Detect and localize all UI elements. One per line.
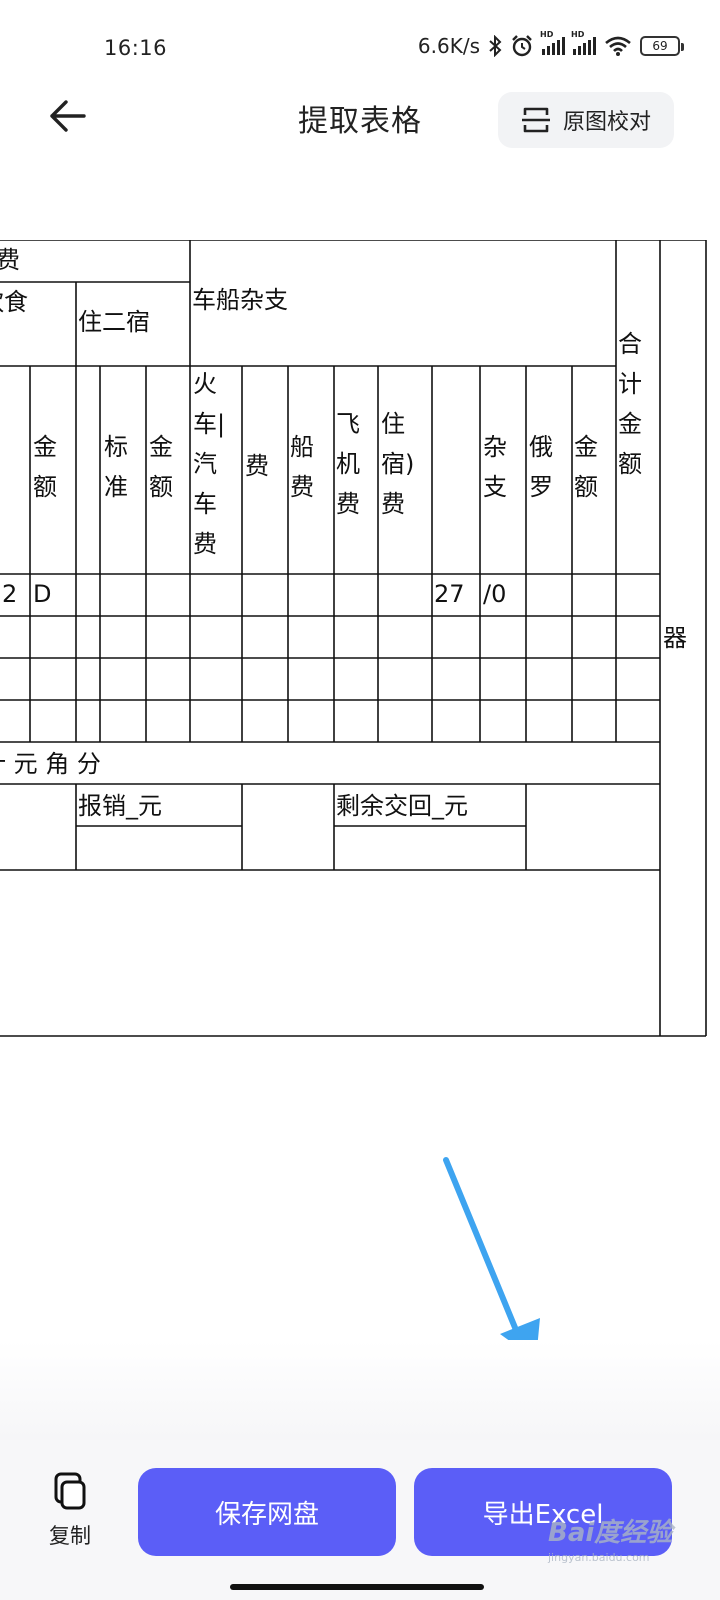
bottom-action-bar: 复制 保存网盘 导出Excel	[0, 1440, 720, 1600]
cell-fei: 费	[0, 246, 20, 274]
cell-r1-c0: 2	[2, 580, 17, 608]
svg-text:金: 金	[574, 433, 598, 461]
cell-jine-2: 金 额	[149, 433, 173, 501]
export-excel-button[interactable]: 导出Excel	[414, 1468, 672, 1556]
cell-huoche-qiche-fei: 火 车| 汽 车 费	[193, 370, 225, 558]
cell-feiji-fei: 飞 机 费	[336, 410, 360, 518]
cell-fei-2: 费	[245, 452, 269, 480]
cell-summary: 计 元 角 分	[0, 750, 101, 778]
status-time: 16:16	[104, 36, 168, 60]
svg-text:俄: 俄	[529, 433, 553, 461]
svg-text:额: 额	[574, 473, 598, 501]
svg-text:支: 支	[483, 473, 507, 501]
cell-baoxiao: 报销_元	[78, 792, 162, 820]
cell-eluo: 俄 罗	[529, 433, 553, 501]
cell-jine-3: 金 额	[574, 433, 598, 501]
svg-text:准: 准	[104, 473, 128, 501]
copy-button[interactable]: 复制	[34, 1472, 106, 1568]
signal-icon-1: HD	[540, 30, 565, 55]
cell-zhu-er-su: 住二宿	[78, 308, 150, 336]
svg-text:船: 船	[290, 433, 314, 461]
home-indicator[interactable]	[230, 1584, 484, 1590]
compare-label: 原图校对	[562, 110, 651, 135]
bottom-fade	[0, 1340, 720, 1440]
svg-text:罗: 罗	[529, 473, 553, 501]
cell-biaozhun: 标 准	[104, 433, 128, 501]
svg-text:费: 费	[290, 473, 314, 501]
svg-text:宿): 宿)	[381, 450, 414, 478]
cell-qi: 器	[663, 624, 687, 652]
copy-icon	[54, 1472, 86, 1510]
signal-icon-2: HD	[571, 30, 596, 55]
copy-label: 复制	[49, 1524, 91, 1548]
battery-icon: 69	[640, 36, 684, 56]
cell-jine-1: 金 额	[33, 433, 57, 501]
extracted-table[interactable]: 费 饮食 住二宿 车船杂支 合 计 金 额 金 额 标 准 金 额 火 车| 汽…	[0, 240, 720, 1060]
cell-chechuan-zazhi: 车船杂支	[192, 286, 288, 314]
svg-text:额: 额	[149, 473, 173, 501]
title-bar: 提取表格 原图校对	[0, 84, 720, 148]
status-bar: 16:16 6.6K/s HD HD 69	[0, 0, 720, 96]
svg-text:费: 费	[381, 490, 405, 518]
svg-text:金: 金	[618, 410, 642, 438]
svg-text:飞: 飞	[336, 410, 360, 438]
export-label: 导出Excel	[482, 1499, 604, 1530]
scan-compare-icon	[521, 107, 550, 133]
alarm-icon	[510, 34, 534, 58]
svg-text:合: 合	[618, 330, 642, 358]
cell-chuanfei: 船 费	[290, 433, 314, 501]
cell-r1-c11: /0	[483, 580, 506, 608]
save-label: 保存网盘	[214, 1499, 319, 1530]
svg-text:住: 住	[381, 410, 405, 438]
svg-text:金: 金	[33, 433, 57, 461]
network-speed: 6.6K/s	[417, 34, 480, 58]
cell-yinshi: 饮食	[0, 288, 28, 316]
svg-text:额: 额	[618, 450, 642, 478]
cell-r1-c1: D	[33, 580, 51, 608]
table-grid	[0, 240, 707, 1037]
svg-text:杂: 杂	[483, 433, 507, 461]
svg-text:机: 机	[336, 450, 360, 478]
svg-text:费: 费	[193, 530, 217, 558]
svg-text:费: 费	[336, 490, 360, 518]
svg-text:火: 火	[193, 370, 217, 398]
svg-text:车|: 车|	[193, 410, 225, 438]
svg-text:额: 额	[33, 473, 57, 501]
svg-text:标: 标	[104, 433, 128, 461]
svg-text:车: 车	[193, 490, 217, 518]
svg-text:汽: 汽	[193, 450, 217, 478]
compare-original-button[interactable]: 原图校对	[498, 92, 674, 148]
cell-zazhi: 杂 支	[483, 433, 507, 501]
wifi-icon	[604, 35, 632, 57]
cell-r1-c10: 27	[434, 580, 465, 608]
svg-text:金: 金	[149, 433, 173, 461]
svg-text:计: 计	[618, 370, 642, 398]
cell-shengyu: 剩余交回_元	[336, 792, 468, 820]
cell-zhusu-fei: 住 宿) 费	[381, 410, 414, 518]
bluetooth-icon	[488, 35, 502, 57]
save-to-cloud-button[interactable]: 保存网盘	[138, 1468, 396, 1556]
cell-heji-jine: 合 计 金 额	[618, 330, 642, 478]
status-icons: 6.6K/s HD HD 69	[417, 30, 684, 58]
